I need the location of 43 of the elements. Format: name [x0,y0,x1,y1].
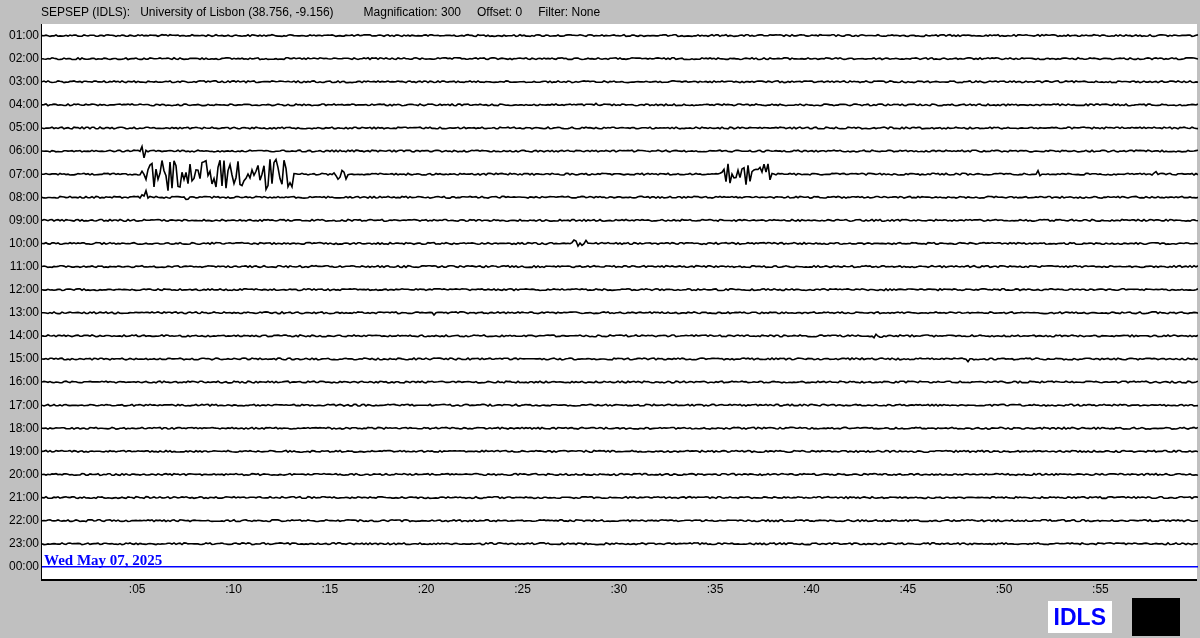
hour-label: 04:00 [7,96,40,114]
hour-label: 17:00 [7,396,40,414]
minute-tick-label: :30 [609,582,629,596]
filter-label: Filter: None [538,5,601,19]
hour-label: 02:00 [7,50,40,68]
station-location: University of Lisbon (38.756, -9.156) [140,5,334,19]
hour-label: 19:00 [7,442,40,460]
minute-tick-label: :10 [224,582,243,596]
hour-label: 20:00 [7,465,40,483]
date-label: Wed May 07, 2025 [44,551,163,568]
minute-tick-label: :55 [1091,582,1110,596]
hour-label: 01:00 [7,27,40,44]
hour-label: 22:00 [7,511,40,529]
hour-label: 23:00 [7,535,40,553]
minute-tick-label: :40 [802,582,821,596]
hour-label: 13:00 [7,304,40,322]
hour-label: 05:00 [7,119,40,137]
magnification-label: Magnification: 300 [363,5,461,19]
image-placeholder [1132,598,1180,636]
minute-tick-label: :45 [898,582,918,596]
minute-tick-label: :15 [320,582,340,596]
hour-label: 18:00 [7,419,40,437]
minute-tick-label: :35 [705,582,725,596]
station-logo: IDLS [1047,601,1112,633]
hour-label: 16:00 [7,373,40,391]
hour-label: 14:00 [7,327,40,345]
hour-label: 21:00 [7,488,40,506]
offset-label: Offset: 0 [477,5,523,19]
minute-tick-label: :05 [127,582,147,596]
minute-tick-label: :20 [416,582,436,596]
minute-tick-label: :25 [513,582,532,596]
hour-label: 12:00 [7,281,40,299]
hour-label: 08:00 [7,188,40,206]
hour-label: 07:00 [7,165,40,183]
hour-label: 06:00 [7,142,40,160]
hour-label: 11:00 [8,257,40,275]
station-name: SEPSEP (IDLS): [41,5,131,19]
minute-tick-label: :50 [994,582,1014,596]
hour-label: 00:00 [7,558,40,576]
hour-label: 09:00 [7,211,40,229]
hour-label: 03:00 [7,73,40,91]
hour-label: 10:00 [7,234,40,252]
hour-label: 15:00 [7,350,40,368]
